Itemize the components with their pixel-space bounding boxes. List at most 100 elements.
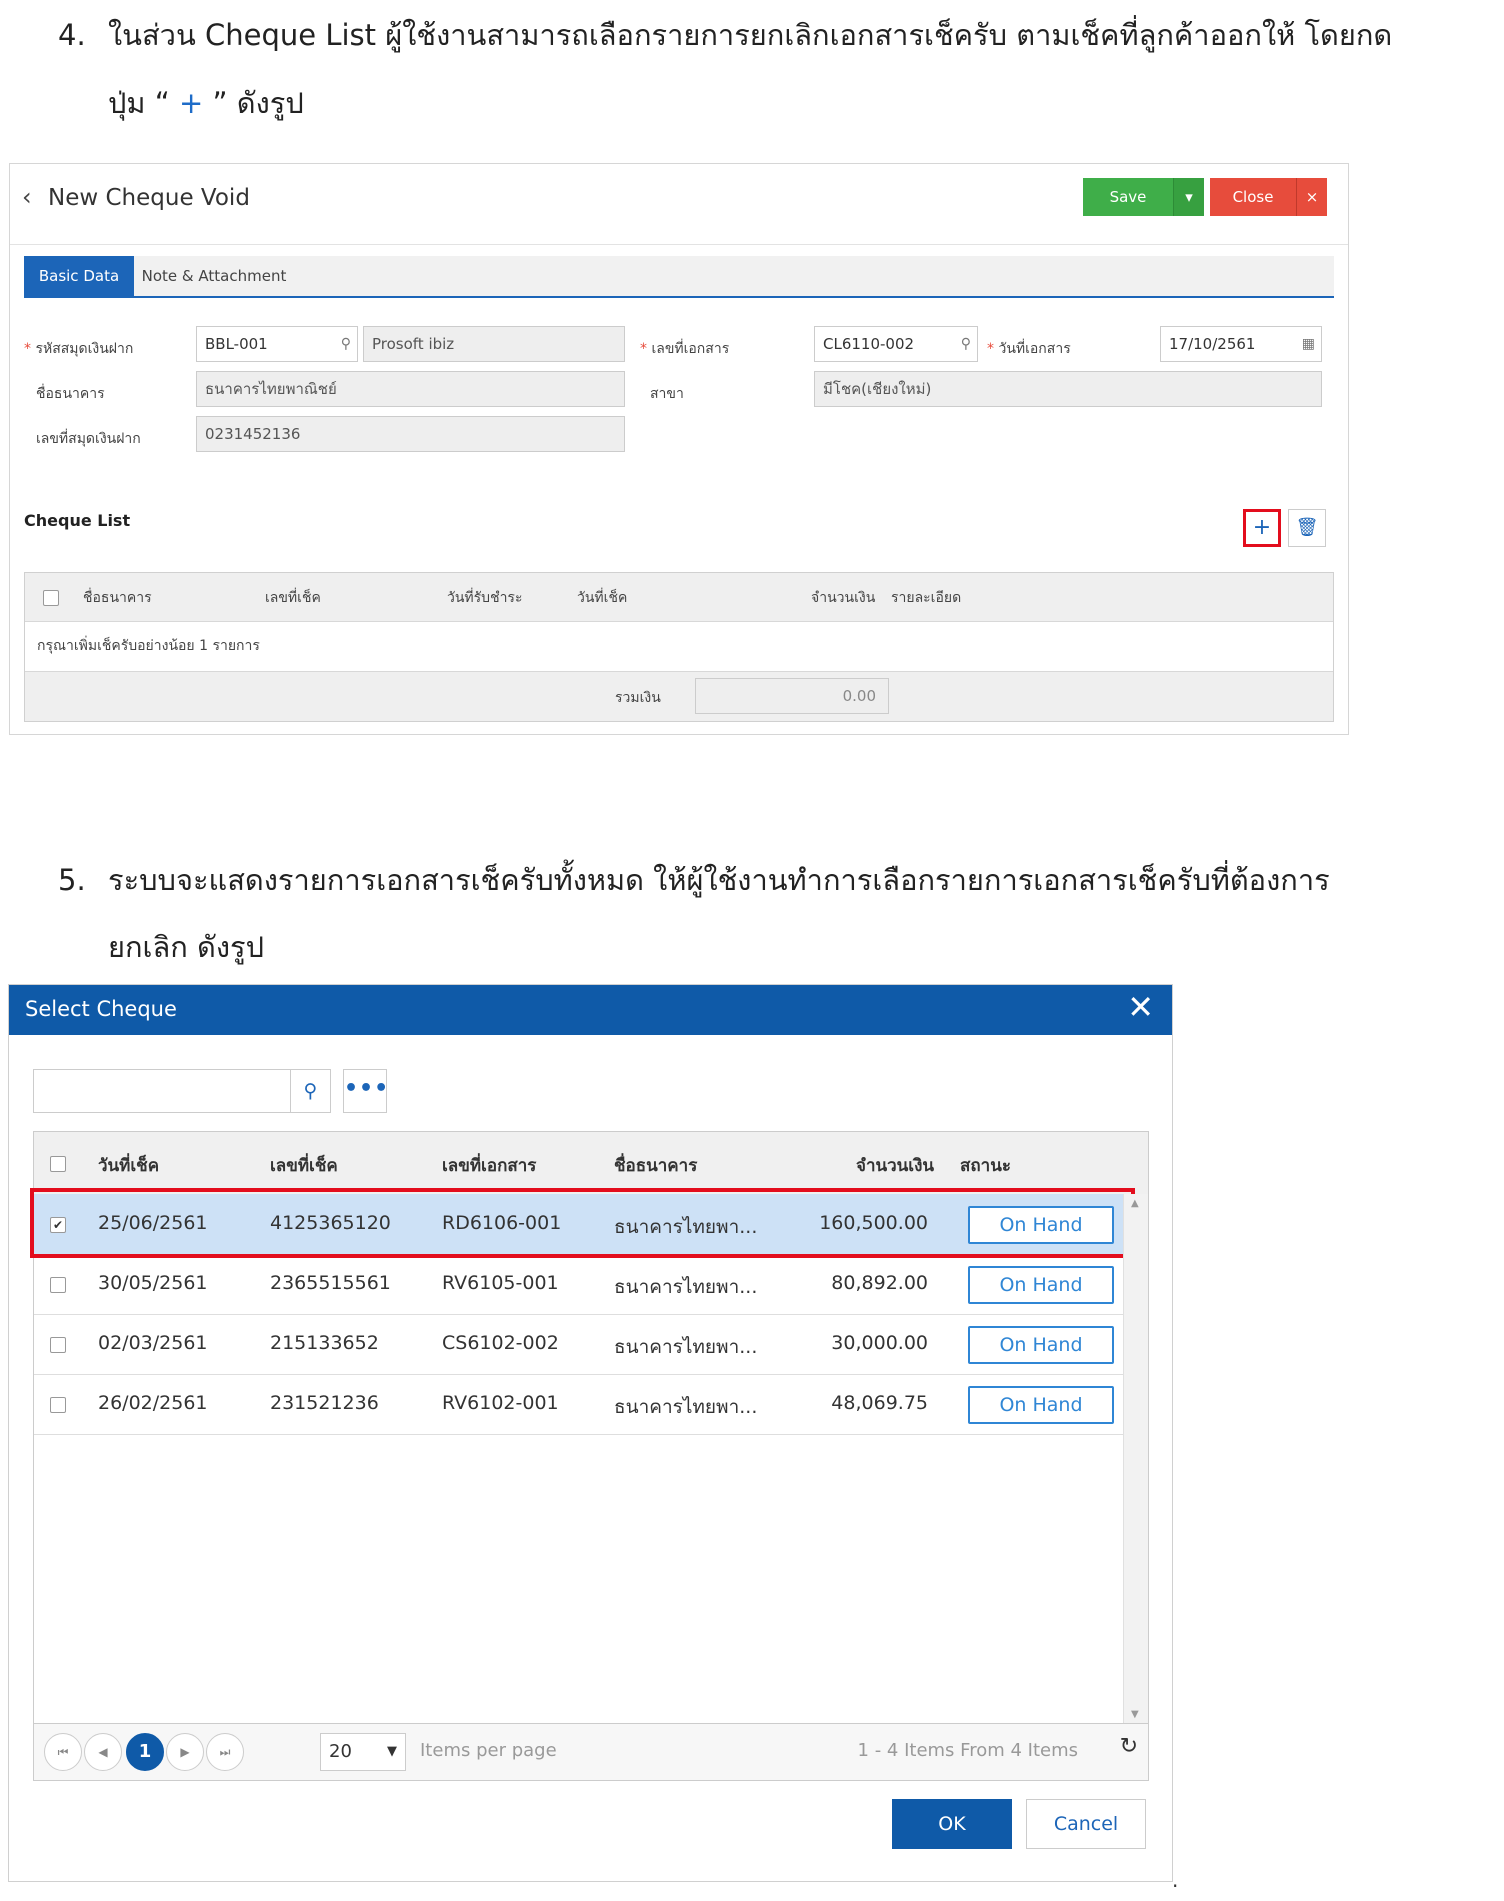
caret-down-icon: ▼ bbox=[387, 1744, 397, 1759]
cheque-list-grid: ชื่อธนาคาร เลขที่เช็ค วันที่รับชำระ วันท… bbox=[24, 572, 1334, 722]
search-icon[interactable]: ⚲ bbox=[341, 327, 351, 361]
cell-doc-no: CS6102-002 bbox=[442, 1332, 559, 1354]
step5-instruction: 5. ระบบจะแสดงรายการเอกสารเช็ครับทั้งหมด ใ… bbox=[58, 847, 1330, 913]
col-amount: จำนวนเงิน bbox=[811, 590, 876, 606]
cell-doc-no: RV6102-001 bbox=[442, 1392, 559, 1414]
tab-basic-data[interactable]: Basic Data bbox=[24, 256, 134, 296]
col-detail: รายละเอียด bbox=[891, 590, 962, 606]
passbook-label: * รหัสสมุดเงินฝาก bbox=[24, 341, 134, 357]
step4-line1: ในส่วน Cheque List ผู้ใช้งานสามารถเลือกร… bbox=[108, 18, 1393, 52]
cheque-list-title: Cheque List bbox=[24, 511, 131, 530]
calendar-icon[interactable]: ▦ bbox=[1302, 327, 1315, 361]
add-cheque-button[interactable]: + bbox=[1243, 509, 1281, 547]
total-label: รวมเงิน bbox=[615, 690, 661, 706]
last-page-icon[interactable]: ⏭ bbox=[206, 1733, 244, 1771]
first-page-icon[interactable]: ⏮ bbox=[44, 1733, 82, 1771]
status-badge[interactable]: On Hand bbox=[968, 1266, 1114, 1304]
step4-line2-post: ” ดังรูป bbox=[203, 86, 304, 120]
total-value: 0.00 bbox=[695, 678, 889, 714]
step4-number: 4. bbox=[58, 18, 86, 52]
next-page-icon[interactable]: ▶ bbox=[166, 1733, 204, 1771]
close-button[interactable]: Close bbox=[1210, 178, 1296, 216]
chevron-left-icon[interactable]: ‹ bbox=[22, 183, 32, 211]
row-checkbox[interactable] bbox=[50, 1337, 66, 1353]
cell-cheque-no: 231521236 bbox=[270, 1392, 379, 1414]
branch-label: สาขา bbox=[650, 386, 684, 402]
vertical-scrollbar[interactable]: ▲ ▼ bbox=[1123, 1194, 1148, 1724]
dialog-header: Select Cheque ✕ bbox=[9, 985, 1172, 1035]
bank-label: ชื่อธนาคาร bbox=[36, 386, 105, 402]
col-bank: ชื่อธนาคาร bbox=[83, 590, 152, 606]
doc-date-label: * วันที่เอกสาร bbox=[987, 341, 1071, 357]
trash-icon: 🗑 bbox=[1295, 517, 1319, 538]
row-checkbox[interactable] bbox=[50, 1397, 66, 1413]
table-row[interactable]: ✔ 25/06/2561 4125365120 RD6106-001 ธนาคา… bbox=[30, 1188, 1135, 1258]
col-receive-date: วันที่รับชำระ bbox=[447, 590, 523, 606]
passbook-code-field[interactable]: BBL-001 ⚲ bbox=[196, 326, 358, 362]
grid-footer: รวมเงิน 0.00 bbox=[25, 671, 1333, 721]
cell-bank: ธนาคารไทยพา... bbox=[614, 1396, 758, 1418]
search-button[interactable]: ⚲ bbox=[291, 1069, 331, 1113]
ok-button[interactable]: OK bbox=[892, 1799, 1012, 1849]
step5-line1: ระบบจะแสดงรายการเอกสารเช็ครับทั้งหมด ให้… bbox=[108, 863, 1330, 897]
close-icon[interactable]: ✕ bbox=[1127, 991, 1154, 1023]
form-header: ‹ New Cheque Void Save ▾ Close × bbox=[10, 164, 1348, 245]
table-row[interactable]: 02/03/2561 215133652 CS6102-002 ธนาคารไท… bbox=[34, 1314, 1124, 1375]
cell-date: 02/03/2561 bbox=[98, 1332, 208, 1354]
cell-amount: 48,069.75 bbox=[831, 1392, 928, 1414]
new-cheque-void-form: ‹ New Cheque Void Save ▾ Close × Basic D… bbox=[9, 163, 1349, 735]
current-page-button[interactable]: 1 bbox=[126, 1733, 164, 1771]
doc-no-field[interactable]: CL6110-002 ⚲ bbox=[814, 326, 978, 362]
select-all-checkbox[interactable] bbox=[43, 590, 59, 606]
prev-page-icon[interactable]: ◀ bbox=[84, 1733, 122, 1771]
table-row[interactable]: 26/02/2561 231521236 RV6102-001 ธนาคารไท… bbox=[34, 1374, 1124, 1435]
col-amount: จำนวนเงิน bbox=[856, 1156, 935, 1176]
caret-down-icon: ▾ bbox=[1185, 188, 1193, 206]
bank-field: ธนาคารไทยพาณิชย์ bbox=[196, 371, 625, 407]
branch-field: มีโชค(เชียงใหม่) bbox=[814, 371, 1322, 407]
cheque-grid: วันที่เช็ค เลขที่เช็ค เลขที่เอกสาร ชื่อธ… bbox=[30, 1131, 1149, 1781]
plus-icon: + bbox=[179, 86, 204, 120]
delete-button[interactable]: 🗑 bbox=[1288, 509, 1326, 547]
cell-amount: 30,000.00 bbox=[831, 1332, 928, 1354]
empty-message: กรุณาเพิ่มเช็ครับอย่างน้อย 1 รายการ bbox=[37, 638, 260, 654]
refresh-icon[interactable]: ↻ bbox=[1120, 1734, 1138, 1759]
scroll-down-icon[interactable]: ▼ bbox=[1131, 1709, 1139, 1720]
select-cheque-dialog: Select Cheque ✕ ⚲ ••• วันที่เช็ค เลขที่เ… bbox=[8, 984, 1173, 1882]
save-button[interactable]: Save bbox=[1083, 178, 1173, 216]
tab-note-attachment[interactable]: Note & Attachment bbox=[134, 256, 294, 296]
page-size-select[interactable]: 20 ▼ bbox=[320, 1733, 406, 1771]
page-size-label: Items per page bbox=[420, 1740, 557, 1761]
cell-date: 26/02/2561 bbox=[98, 1392, 208, 1414]
save-dropdown-button[interactable]: ▾ bbox=[1173, 178, 1204, 216]
cell-cheque-no: 2365515561 bbox=[270, 1272, 391, 1294]
search-input[interactable] bbox=[33, 1069, 291, 1113]
col-cheque-date: วันที่เช็ค bbox=[577, 590, 628, 606]
step4-line2-pre: ปุ่ม “ bbox=[108, 86, 179, 120]
more-options-button[interactable]: ••• bbox=[343, 1069, 388, 1113]
select-all-checkbox[interactable] bbox=[50, 1156, 66, 1172]
step4-instruction: 4. ในส่วน Cheque List ผู้ใช้งานสามารถเลือ… bbox=[58, 2, 1392, 68]
search-icon: ⚲ bbox=[303, 1080, 318, 1102]
plus-icon: + bbox=[1252, 515, 1272, 540]
scroll-up-icon[interactable]: ▲ bbox=[1131, 1198, 1139, 1209]
doc-date-field[interactable]: 17/10/2561 ▦ bbox=[1160, 326, 1322, 362]
col-cheque-no: เลขที่เช็ค bbox=[265, 590, 321, 606]
search-icon[interactable]: ⚲ bbox=[961, 327, 971, 361]
cell-date: 30/05/2561 bbox=[98, 1272, 208, 1294]
cancel-button[interactable]: Cancel bbox=[1026, 1799, 1146, 1849]
col-status: สถานะ bbox=[960, 1156, 1011, 1176]
account-label: เลขที่สมุดเงินฝาก bbox=[36, 431, 141, 447]
status-badge[interactable]: On Hand bbox=[968, 1386, 1114, 1424]
passbook-name-field: Prosoft ibiz bbox=[363, 326, 625, 362]
col-cheque-date: วันที่เช็ค bbox=[98, 1156, 160, 1176]
status-badge[interactable]: On Hand bbox=[968, 1326, 1114, 1364]
page-title: New Cheque Void bbox=[48, 185, 250, 211]
selection-highlight-box bbox=[30, 1188, 1135, 1258]
doc-no-label: * เลขที่เอกสาร bbox=[640, 341, 730, 357]
dialog-title: Select Cheque bbox=[25, 997, 177, 1021]
table-row[interactable]: 30/05/2561 2365515561 RV6105-001 ธนาคารไ… bbox=[34, 1254, 1124, 1315]
step5-line2: ยกเลิก ดังรูป bbox=[108, 930, 264, 964]
row-checkbox[interactable] bbox=[50, 1277, 66, 1293]
close-x-button[interactable]: × bbox=[1296, 178, 1327, 216]
